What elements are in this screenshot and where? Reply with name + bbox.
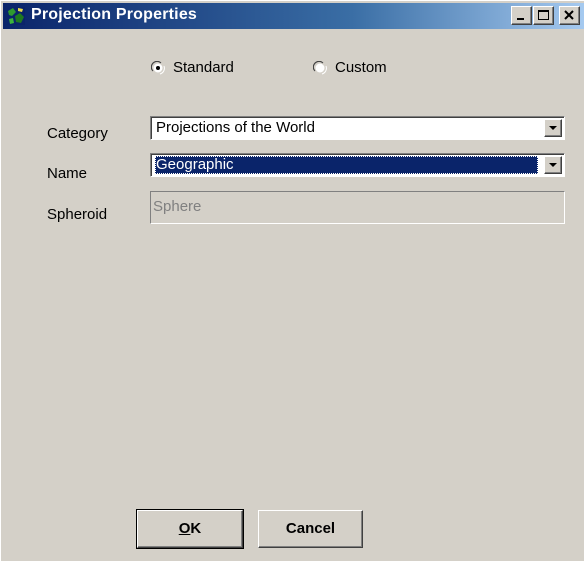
- window-title: Projection Properties: [31, 6, 198, 23]
- title-bar[interactable]: Projection Properties: [3, 3, 584, 29]
- radio-unchecked-icon: [313, 61, 327, 75]
- name-value: Geographic: [155, 156, 538, 174]
- ok-button[interactable]: OK: [136, 509, 244, 549]
- chevron-down-icon: [549, 126, 557, 130]
- close-button[interactable]: [559, 6, 580, 25]
- minimize-button[interactable]: [511, 6, 532, 25]
- name-dropdown[interactable]: Geographic: [150, 153, 565, 177]
- minimize-icon: [517, 18, 524, 20]
- ok-mnemonic: O: [178, 520, 191, 537]
- spheroid-value: Sphere: [153, 198, 202, 215]
- radio-checked-icon: [151, 61, 165, 75]
- radio-standard-label: Standard: [173, 59, 234, 76]
- cancel-label: Cancel: [285, 520, 336, 537]
- ok-label: K: [190, 520, 202, 537]
- spheroid-field: Sphere: [150, 191, 565, 224]
- spheroid-label: Spheroid: [47, 206, 108, 223]
- projection-properties-dialog: Projection Properties Standard Custom Ca…: [0, 0, 584, 561]
- radio-custom[interactable]: Custom: [313, 59, 413, 79]
- name-dropdown-button[interactable]: [544, 156, 562, 174]
- maximize-icon: [538, 10, 549, 20]
- radio-standard[interactable]: Standard: [151, 59, 261, 79]
- category-dropdown[interactable]: Projections of the World: [150, 116, 565, 140]
- category-label: Category: [47, 125, 108, 142]
- radio-custom-label: Custom: [335, 59, 387, 76]
- close-icon: [564, 10, 574, 20]
- name-label: Name: [47, 165, 88, 182]
- chevron-down-icon: [549, 163, 557, 167]
- maximize-button[interactable]: [533, 6, 554, 25]
- cancel-button[interactable]: Cancel: [258, 510, 363, 548]
- category-dropdown-button[interactable]: [544, 119, 562, 137]
- category-value: Projections of the World: [156, 119, 315, 136]
- globe-app-icon: [7, 7, 25, 25]
